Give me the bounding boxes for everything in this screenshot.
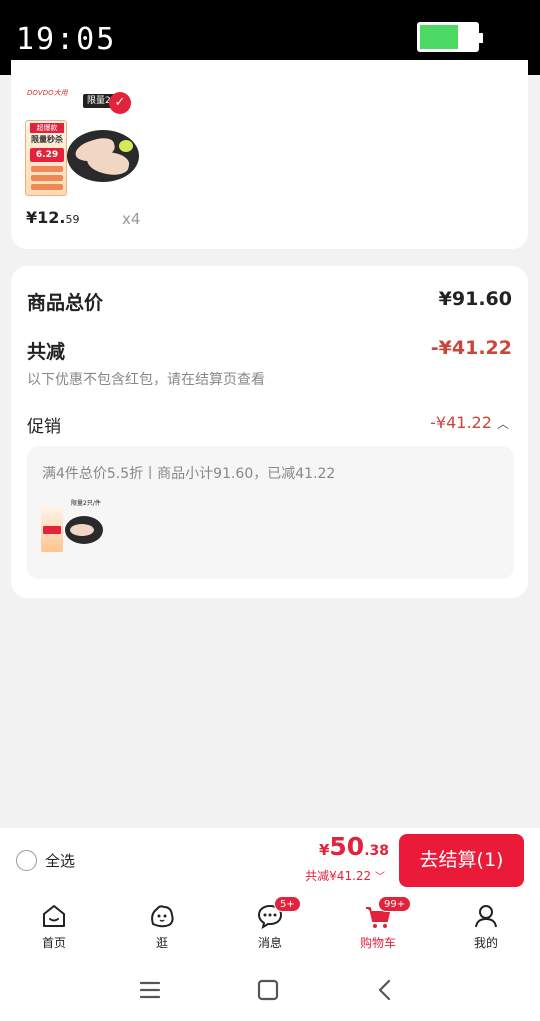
- promo-thumb: 限量2只/件: [41, 494, 105, 556]
- summary-card: 商品总价 ¥91.60 共减 -¥41.22 以下优惠不包含红包，请在结算页查看…: [11, 266, 528, 598]
- profile-icon: [475, 905, 497, 928]
- checkout-saved-text: 共减¥41.22: [305, 869, 372, 883]
- tab-profile-label: 我的: [473, 936, 498, 950]
- poster-line: [31, 166, 63, 172]
- battery-fill: [420, 25, 458, 49]
- tab-bar: 首页 逛 5+ 消息 99+ 购物车 我的: [0, 894, 540, 958]
- home-square-icon[interactable]: [254, 976, 282, 1004]
- menu-icon[interactable]: [136, 976, 164, 1004]
- product-brand: DOVDO大用: [27, 89, 68, 97]
- messages-badge: 5+: [274, 896, 301, 912]
- product-quantity: x4: [122, 210, 141, 228]
- chicken-leg: [85, 148, 131, 178]
- chevron-up-icon: ︿: [496, 417, 509, 431]
- product-card[interactable]: DOVDO大用 限量2 ✓ 超爆款 限量秒杀 6.29 ¥12.59 x4: [11, 60, 528, 249]
- thumb-poster: [41, 508, 63, 552]
- cart-badge: 99+: [378, 896, 412, 912]
- product-price-dec: 59: [65, 213, 80, 226]
- discount-note: 以下优惠不包含红包，请在结算页查看: [27, 372, 265, 388]
- home-icon: [43, 905, 65, 927]
- tab-browse-label: 逛: [155, 936, 168, 950]
- poster-line: [31, 184, 63, 190]
- battery-nub: [479, 33, 483, 43]
- tab-messages-label: 消息: [257, 936, 282, 950]
- checkout-bar: 全选 ¥50.38 共减¥41.22 ﹀ 去结算(1): [0, 828, 540, 894]
- select-all-radio[interactable]: [16, 850, 37, 871]
- system-nav-bar: [0, 958, 540, 1021]
- tab-profile[interactable]: 我的: [446, 894, 526, 958]
- poster-price: 6.29: [30, 148, 64, 162]
- thumb-badge: 限量2只/件: [71, 500, 101, 507]
- back-icon[interactable]: [371, 976, 399, 1004]
- thumb-plate: [65, 516, 103, 544]
- chicken-plate-image: [67, 130, 139, 182]
- poster-tag: 超爆款: [30, 123, 64, 133]
- tab-cart-label: 购物车: [359, 936, 396, 950]
- status-time: 19:05: [16, 22, 117, 57]
- battery-icon: [417, 22, 483, 52]
- chevron-down-icon: ﹀: [375, 872, 385, 883]
- poster-title: 限量秒杀: [31, 135, 63, 144]
- checkout-total: ¥50.38: [319, 832, 389, 861]
- promo-value: -¥41.22: [430, 413, 492, 432]
- checkout-price-int: 50: [329, 832, 365, 861]
- product-price-int: ¥12.: [26, 208, 66, 227]
- tab-messages[interactable]: 5+ 消息: [230, 894, 310, 958]
- checkout-price-dec: .38: [364, 843, 389, 859]
- promo-description: 满4件总价5.5折丨商品小计91.60，已减41.22: [42, 466, 336, 482]
- total-value: ¥91.60: [438, 288, 512, 310]
- select-all-label[interactable]: 全选: [45, 850, 75, 871]
- browse-icon: [151, 905, 174, 928]
- check-icon[interactable]: ✓: [109, 92, 131, 114]
- lemon: [119, 140, 133, 152]
- poster-line: [31, 175, 63, 181]
- discount-label: 共减: [27, 341, 66, 363]
- checkout-saved[interactable]: 共减¥41.22 ﹀: [305, 867, 385, 884]
- tab-browse[interactable]: 逛: [122, 894, 202, 958]
- thumb-poster-price: [43, 526, 61, 534]
- promo-toggle[interactable]: -¥41.22 ︿: [430, 413, 509, 432]
- tab-home[interactable]: 首页: [14, 894, 94, 958]
- tab-cart[interactable]: 99+ 购物车: [338, 894, 418, 958]
- checkout-price-symbol: ¥: [318, 841, 330, 859]
- product-price: ¥12.59: [26, 208, 79, 227]
- checkout-button[interactable]: 去结算(1): [399, 834, 524, 887]
- discount-value: -¥41.22: [430, 337, 512, 359]
- product-poster: 超爆款 限量秒杀 6.29: [25, 120, 67, 196]
- tab-home-label: 首页: [41, 936, 66, 950]
- promo-label: 促销: [27, 417, 61, 437]
- thumb-chicken: [70, 524, 94, 536]
- promo-detail-box: 满4件总价5.5折丨商品小计91.60，已减41.22 限量2只/件: [27, 446, 514, 579]
- total-label: 商品总价: [27, 292, 104, 314]
